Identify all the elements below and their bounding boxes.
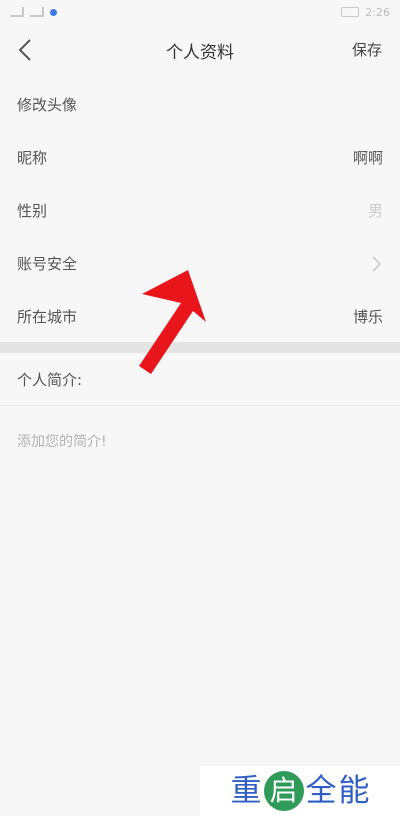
watermark-char: 启 (269, 774, 298, 807)
row-change-avatar[interactable]: 修改头像 (0, 78, 400, 131)
back-button[interactable] (12, 36, 38, 64)
row-label: 昵称 (17, 149, 48, 167)
page-title: 个人资料 (166, 42, 234, 63)
battery-icon (341, 7, 360, 17)
signal-icon-2 (30, 7, 44, 17)
watermark-char: 重 (230, 772, 262, 809)
status-right: 2:26 (341, 6, 390, 19)
row-label: 性别 (17, 202, 48, 220)
nav-bar: 个人资料 保存 (0, 24, 400, 76)
row-label: 修改头像 (17, 96, 78, 114)
status-left (10, 7, 57, 17)
chevron-left-icon (18, 39, 31, 61)
red-arrow-annotation (139, 270, 206, 374)
watermark-char: 全 (305, 772, 337, 809)
signal-icon (10, 7, 24, 17)
row-gender[interactable]: 性别 男 (0, 184, 400, 237)
save-button[interactable]: 保存 (352, 39, 382, 60)
gender-value: 男 (367, 202, 383, 220)
row-label: 所在城市 (17, 308, 78, 326)
bio-label: 个人简介: (17, 370, 83, 389)
watermark-logo: 重 启 全 能 (200, 766, 400, 816)
watermark-circle: 启 (263, 771, 304, 811)
city-value: 博乐 (352, 308, 383, 326)
watermark-char: 能 (338, 772, 370, 809)
row-nickname[interactable]: 昵称 啊啊 (0, 131, 400, 184)
row-label: 账号安全 (17, 255, 78, 273)
bio-input[interactable] (17, 428, 383, 456)
status-bar: 2:26 (0, 0, 400, 24)
status-time: 2:26 (365, 5, 390, 19)
profile-screen: 2:26 个人资料 保存 修改头像 昵称 啊啊 性别 男 账号安全 所在城市 博… (0, 0, 400, 816)
nickname-value: 啊啊 (352, 149, 383, 167)
notification-dot-icon (50, 8, 57, 16)
chevron-right-icon (369, 255, 383, 273)
